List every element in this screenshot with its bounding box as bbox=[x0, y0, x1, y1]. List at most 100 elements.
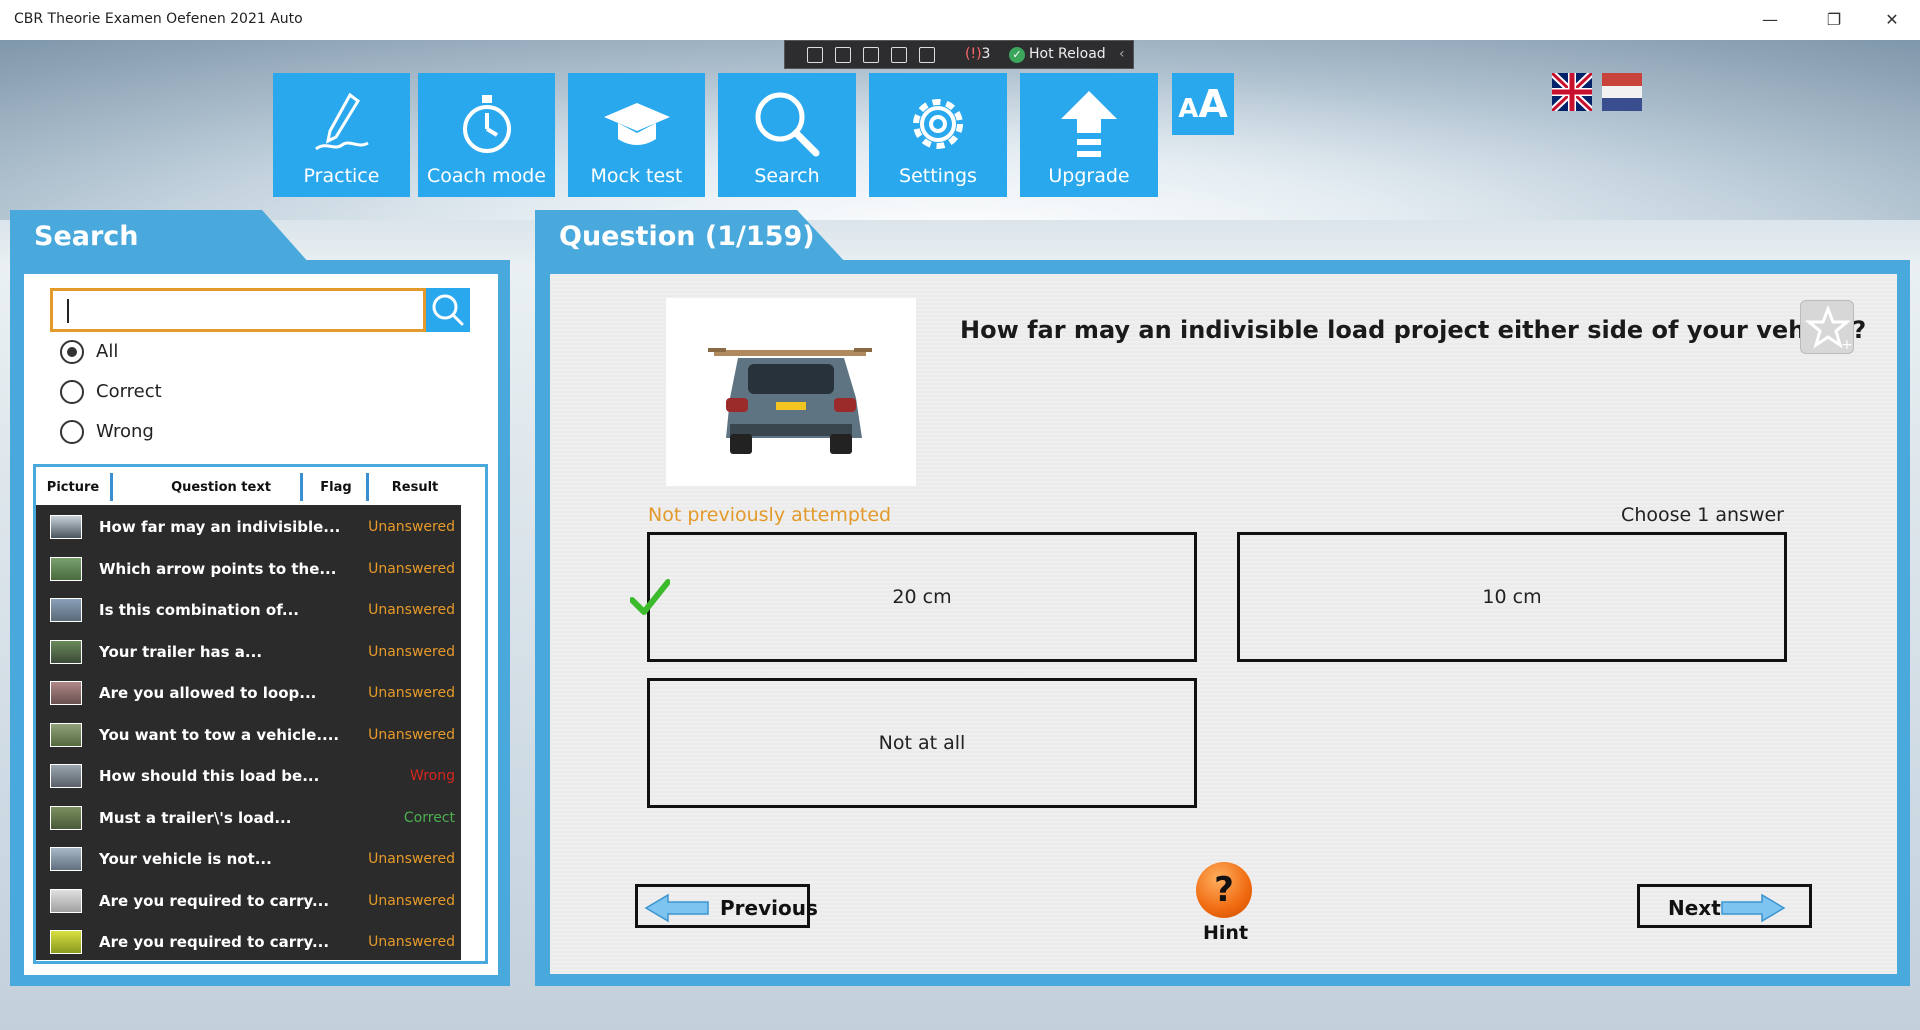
row-result: Correct bbox=[403, 809, 455, 826]
question-mark-icon: ? bbox=[1214, 870, 1234, 910]
question-thumbnail bbox=[50, 847, 82, 871]
table-row[interactable]: Your trailer has a... Unanswered bbox=[36, 631, 461, 672]
row-question-text: Your trailer has a... bbox=[99, 642, 263, 661]
next-button[interactable]: Next bbox=[1637, 884, 1812, 928]
font-size-small-label: A bbox=[1178, 94, 1199, 124]
radio-selected-icon bbox=[60, 340, 84, 364]
search-icon bbox=[432, 294, 464, 326]
magnifier-icon bbox=[755, 92, 820, 157]
row-result: Unanswered bbox=[368, 643, 455, 660]
table-row[interactable]: Your vehicle is not... Unanswered bbox=[36, 838, 461, 879]
row-result: Unanswered bbox=[368, 560, 455, 577]
row-result: Unanswered bbox=[368, 892, 455, 909]
column-picture[interactable]: Picture bbox=[40, 480, 106, 495]
question-thumbnail bbox=[50, 888, 82, 913]
table-row[interactable]: You want to tow a vehicle.... Unanswered bbox=[36, 714, 461, 755]
minimize-button[interactable]: — bbox=[1750, 6, 1790, 34]
column-flag[interactable]: Flag bbox=[306, 480, 366, 495]
column-question-text[interactable]: Question text bbox=[116, 480, 326, 495]
maximize-button[interactable]: ❐ bbox=[1814, 6, 1854, 34]
row-result: Unanswered bbox=[368, 726, 455, 743]
coach-mode-button[interactable]: Coach mode bbox=[418, 73, 555, 197]
search-nav-button[interactable]: Search bbox=[718, 73, 856, 197]
dutch-flag-icon[interactable] bbox=[1602, 73, 1642, 111]
question-thumbnail bbox=[50, 556, 82, 581]
upgrade-button[interactable]: Upgrade bbox=[1020, 73, 1158, 197]
previous-button[interactable]: Previous bbox=[635, 884, 818, 928]
next-label: Next bbox=[1668, 896, 1721, 920]
issues-count: 3 bbox=[981, 46, 991, 62]
car-with-load-picture bbox=[708, 348, 872, 454]
track-focus-icon[interactable] bbox=[891, 47, 907, 63]
row-question-text: Are you required to carry... bbox=[99, 933, 330, 951]
table-row[interactable]: Are you required to carry... Unanswered bbox=[36, 880, 461, 921]
mock-test-button[interactable]: Mock test bbox=[568, 73, 705, 197]
search-submit-button[interactable] bbox=[426, 288, 470, 332]
practice-button[interactable]: Practice bbox=[273, 73, 410, 197]
text-caret bbox=[67, 299, 69, 323]
column-result[interactable]: Result bbox=[372, 480, 458, 495]
column-separator bbox=[366, 473, 369, 501]
column-separator bbox=[110, 473, 113, 501]
answer-option-2[interactable]: 10 cm bbox=[1237, 532, 1787, 662]
row-question-text: You want to tow a vehicle.... bbox=[99, 725, 340, 744]
mock-test-label: Mock test bbox=[590, 165, 683, 187]
question-thumbnail bbox=[50, 930, 82, 954]
debug-toolbar: (!)3 ✓ Hot Reload ‹ bbox=[784, 40, 1134, 69]
display-layout-icon[interactable] bbox=[863, 47, 879, 63]
settings-button[interactable]: Settings bbox=[869, 73, 1007, 197]
radio-unselected-icon bbox=[60, 380, 84, 404]
question-panel-title: Question (1/159) bbox=[559, 221, 815, 252]
table-row[interactable]: Are you allowed to loop... Unanswered bbox=[36, 672, 461, 713]
title-bar: CBR Theorie Examen Oefenen 2021 Auto — ❐… bbox=[0, 0, 1920, 40]
practice-label: Practice bbox=[303, 165, 380, 187]
upgrade-arrow-icon bbox=[1061, 91, 1117, 157]
filter-correct-label: Correct bbox=[96, 381, 162, 402]
answer-option-1[interactable]: 20 cm bbox=[647, 532, 1197, 662]
font-size-large-label: A bbox=[1198, 82, 1228, 126]
select-element-icon[interactable] bbox=[835, 47, 851, 63]
row-result: Unanswered bbox=[368, 851, 455, 867]
graduation-cap-icon bbox=[603, 103, 670, 145]
hint-label: Hint bbox=[1203, 922, 1249, 944]
row-question-text: How should this load be... bbox=[99, 767, 320, 785]
search-panel-title: Search bbox=[34, 221, 139, 252]
english-flag-icon[interactable] bbox=[1552, 73, 1592, 111]
flag-question-button[interactable]: + bbox=[1800, 300, 1854, 354]
question-list[interactable]: How far may an indivisible... Unanswered W… bbox=[36, 505, 461, 960]
close-button[interactable]: ✕ bbox=[1872, 6, 1912, 34]
collapse-chevron-icon[interactable]: ‹ bbox=[1119, 46, 1125, 62]
binding-failures-icon[interactable] bbox=[919, 47, 935, 63]
column-separator bbox=[300, 473, 303, 501]
question-thumbnail bbox=[50, 681, 82, 705]
table-row[interactable]: How far may an indivisible... Unanswered bbox=[36, 506, 461, 547]
live-tree-icon[interactable] bbox=[807, 47, 823, 63]
question-thumbnail bbox=[50, 639, 82, 664]
issues-icon[interactable]: (!)3 bbox=[965, 46, 990, 62]
search-input[interactable] bbox=[50, 288, 426, 332]
font-size-button[interactable]: AA bbox=[1172, 73, 1234, 135]
question-image bbox=[666, 298, 916, 486]
row-result: Unanswered bbox=[368, 602, 455, 618]
table-row[interactable]: How should this load be... Wrong bbox=[36, 755, 461, 796]
radio-unselected-icon bbox=[60, 420, 84, 444]
question-thumbnail bbox=[50, 598, 82, 622]
search-nav-label: Search bbox=[754, 165, 820, 187]
question-text: How far may an indivisible load project … bbox=[960, 316, 1867, 344]
row-question-text: Which arrow points to the... bbox=[99, 559, 337, 578]
hint-button[interactable]: ? bbox=[1196, 862, 1252, 918]
table-row[interactable]: Are you required to carry... Unanswered bbox=[36, 921, 461, 962]
table-row[interactable]: Is this combination of... Unanswered bbox=[36, 589, 461, 630]
row-question-text: Is this combination of... bbox=[99, 601, 300, 619]
table-row[interactable]: Which arrow points to the... Unanswered bbox=[36, 548, 461, 589]
filter-all-label: All bbox=[96, 341, 119, 362]
row-question-text: How far may an indivisible... bbox=[99, 518, 341, 536]
hot-reload-status[interactable]: ✓ Hot Reload bbox=[1009, 46, 1106, 63]
question-thumbnail bbox=[50, 515, 82, 539]
question-thumbnail bbox=[50, 722, 82, 747]
question-thumbnail bbox=[50, 805, 82, 830]
table-row[interactable]: Must a trailer\'s load... Correct bbox=[36, 797, 461, 838]
arrow-right-icon bbox=[1721, 893, 1786, 923]
arrow-left-icon bbox=[644, 893, 709, 923]
answer-option-3[interactable]: Not at all bbox=[647, 678, 1197, 808]
